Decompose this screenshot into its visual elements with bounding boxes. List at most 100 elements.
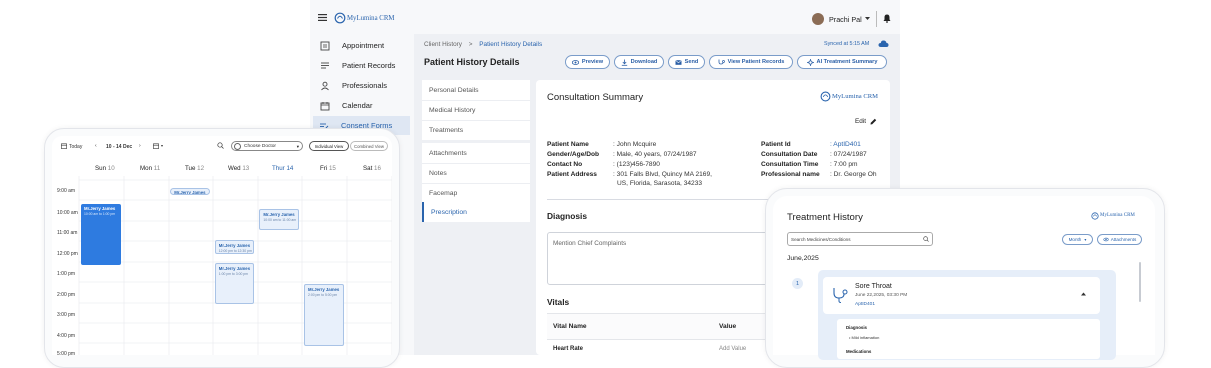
day-header-mon: Mon 11 [140,165,161,172]
event-time: 12:00 pm to 12:30 pm [218,249,252,254]
chevron-down-icon: ▾ [296,143,299,149]
address-label: Patient Address [547,171,597,178]
day-header-sat: Sat 16 [363,165,381,172]
time-label: 3:00 pm [57,312,76,318]
chevron-down-icon[interactable] [865,17,870,21]
time-label: 10:00 am [57,210,78,216]
treatment-brand: MyLumina CRM [1100,213,1135,218]
calendar-event[interactable]: Mr.Jerry James 12:00 pm to 12:30 pm [214,240,255,254]
tab-treatments[interactable]: Treatments [422,120,530,140]
scrollbar[interactable] [1139,262,1141,302]
event-time: 2:00 pm to 5:00 pm [308,293,338,298]
avatar[interactable] [812,13,824,25]
sidebar-item-calendar[interactable]: Calendar [314,96,410,115]
doctor-select-placeholder: Choose Doctor [244,144,276,149]
breadcrumb-current: Patient History Details [479,41,543,48]
search-icon [923,236,929,242]
appointment-icon [320,41,330,51]
edit-button[interactable]: Edit [855,118,877,125]
patient-id-value[interactable]: : AptID401 [830,141,861,148]
sidebar-item-patient-records[interactable]: Patient Records [314,56,410,75]
bell-icon[interactable] [883,14,891,23]
tab-notes[interactable]: Notes [422,163,530,183]
brand-logo-icon [334,12,346,24]
vital-name-header: Vital Name [553,323,587,330]
calendar-event[interactable]: Mr.Jerry James 10:00 am to 1:00 pm [81,204,121,265]
tab-facemap[interactable]: Facemap [422,183,530,203]
patient-name-label: Patient Name [547,141,589,148]
doctor-select[interactable]: Choose Doctor ▾ [231,141,303,151]
treatment-search-input[interactable]: Search Medicines/Conditions [787,232,933,246]
search-icon[interactable] [217,142,224,149]
event-time: 10:00 am to 11:00 am [263,218,297,223]
sidebar-item-label: Calendar [342,101,373,110]
brand-logo-icon [820,91,831,102]
tab-medical-history[interactable]: Medical History [422,100,530,120]
tab-prescription[interactable]: Prescription [422,202,530,222]
time-label: 4:00 pm [57,333,76,339]
calendar-event[interactable]: Mr.Jerry James 2:00 pm to 5:00 pm [304,284,344,346]
view-patient-records-button[interactable]: View Patient Records [709,55,793,69]
individual-view-toggle[interactable]: Individual View [309,141,349,151]
attachments-button[interactable]: Attachments [1097,234,1142,245]
consultation-date-label: Consultation Date [761,151,818,158]
today-button[interactable]: Today [69,144,82,150]
calendar-icon [320,101,330,111]
stethoscope-icon [832,286,850,304]
section-item: • Mild inflamation [849,335,880,340]
consultation-title: Consultation Summary [547,92,644,103]
time-label: 12:00 pm [57,251,78,257]
breadcrumb-parent[interactable]: Client History [424,41,462,48]
sidebar-item-professionals[interactable]: Professionals [314,76,410,95]
gender-age-label: Gender/Age/Dob [547,151,600,158]
contact-value: : (123)456-7890 [613,161,660,168]
breadcrumb: Client History > Patient History Details [424,41,542,48]
eye-icon [571,59,579,66]
condition-id[interactable]: AptID401 [855,302,875,307]
vital-row-name: Heart Rate [553,346,584,352]
day-header-sun: Sun 10 [95,165,115,172]
address-value-line2: US, Florida, Sarasota, 34233 [617,180,703,187]
time-label: 5:00 pm [57,351,76,357]
download-icon [621,59,628,66]
consultation-time-label: Consultation Time [761,161,819,168]
breadcrumb-separator: > [468,41,473,48]
next-week-button[interactable]: › [139,143,141,149]
period-select[interactable]: Month ▾ [1062,234,1093,245]
user-name[interactable]: Prachi Pal [829,15,862,24]
prev-week-button[interactable]: ‹ [95,143,97,149]
vital-row-value-input[interactable]: Add Value [719,346,746,352]
preview-button[interactable]: Preview [565,55,610,69]
calendar-event[interactable]: Mr.Jerry James [170,187,210,196]
menu-icon[interactable] [318,14,327,21]
sidebar-item-label: Patient Records [342,61,396,70]
sidebar-item-label: Professionals [342,81,388,90]
patient-id-label: Patient Id [761,141,791,148]
download-button[interactable]: Download [614,55,664,69]
calendar-event[interactable]: Mr.Jerry James 1:00 pm to 3:00 pm [214,262,255,304]
treatment-search-placeholder: Search Medicines/Conditions [791,237,851,242]
combined-view-toggle[interactable]: Combined View [350,141,388,151]
professional-name-value: : Dr. George Oh [830,171,877,178]
day-header-fri: Fri 15 [320,165,336,172]
day-header-tue: Tue 12 [185,165,205,172]
person-icon [320,81,330,91]
event-title: Mr.Jerry James [84,206,116,212]
calendar-event[interactable]: Mr.Jerry James 10:00 am to 11:00 am [259,209,299,230]
tab-personal-details[interactable]: Personal Details [422,80,530,100]
diagnosis-field[interactable]: Mention Chief Complaints [547,232,777,285]
stethoscope-icon [718,59,725,66]
vitals-table-header: Vital Name Value [547,313,777,340]
section-title: Diagnosis [846,325,867,330]
brand-name: MyLumina CRM [347,15,395,22]
calendar-picker-icon[interactable] [153,143,159,149]
send-button[interactable]: Send [668,55,705,69]
chevron-down-icon: ▾ [1084,237,1087,242]
chevron-down-icon[interactable]: ▾ [161,143,163,148]
tab-attachments[interactable]: Attachments [422,143,530,163]
eye-icon [1103,237,1109,242]
ai-treatment-summary-button[interactable]: AI Treatment Summary [797,55,887,69]
sidebar-item-appointment[interactable]: Appointment [314,36,410,55]
collapse-icon[interactable] [1081,292,1086,296]
sync-status: Synced at 5:15 AM [824,41,870,47]
